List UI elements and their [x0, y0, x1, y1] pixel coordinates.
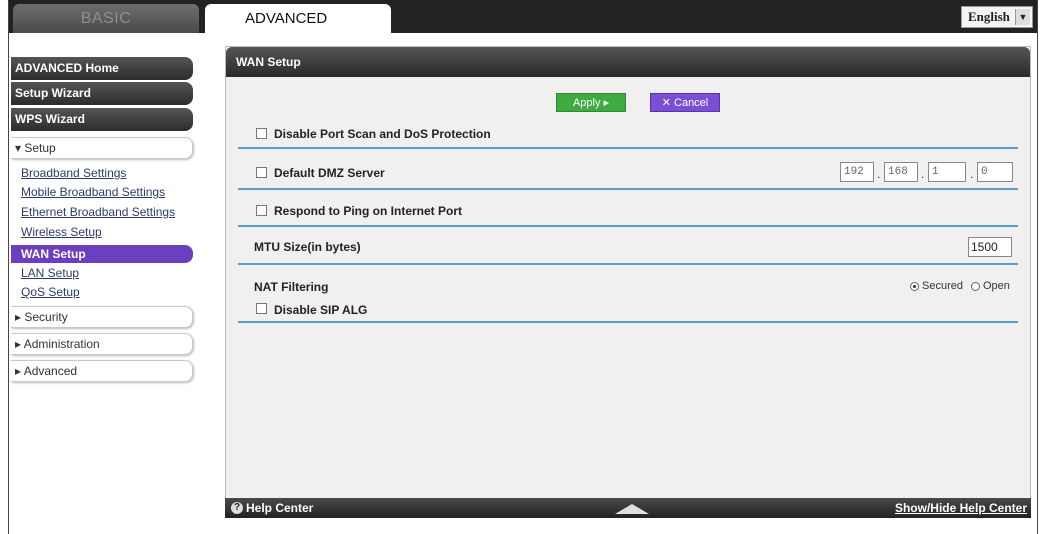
ip-dot: . [970, 167, 974, 181]
ip-dot: . [877, 167, 881, 181]
tab-basic[interactable]: BASIC [13, 4, 199, 33]
ip-dot: . [921, 167, 925, 181]
nat-filtering-label: NAT Filtering [254, 280, 329, 294]
sidebar-item-administration[interactable]: ▸ Administration [11, 333, 193, 355]
chevron-down-icon: ▼ [1015, 9, 1030, 25]
expand-arrow-icon[interactable] [615, 504, 649, 514]
divider [238, 188, 1018, 190]
cancel-button[interactable]: ✕ Cancel [650, 93, 720, 112]
divider [238, 321, 1018, 323]
dmz-ip-octet-2[interactable]: 168 [884, 162, 918, 182]
default-dmz-checkbox[interactable] [256, 167, 267, 178]
show-hide-help-link[interactable]: Show/Hide Help Center [895, 498, 1027, 518]
disable-sip-alg-label: Disable SIP ALG [274, 303, 368, 317]
page-title: WAN Setup [226, 47, 1030, 77]
help-center-bar: ? Help Center Show/Hide Help Center [225, 498, 1031, 518]
sidebar-item-wan-setup[interactable]: WAN Setup [11, 245, 193, 263]
dmz-ip-octet-3[interactable]: 1 [928, 162, 966, 182]
divider [238, 263, 1018, 265]
default-dmz-label: Default DMZ Server [274, 166, 385, 180]
language-value: English [968, 9, 1010, 24]
nat-secured-radio[interactable] [910, 282, 919, 291]
apply-button[interactable]: Apply ▸ [556, 93, 626, 112]
router-admin-window: BASIC ADVANCED English ▼ ADVANCED Home S… [8, 0, 1038, 534]
sidebar-item-lan-setup[interactable]: LAN Setup [21, 266, 79, 280]
divider [238, 225, 1018, 227]
sidebar-item-wps-wizard[interactable]: WPS Wizard [11, 108, 193, 131]
tab-advanced[interactable]: ADVANCED [205, 4, 391, 33]
nat-open-radio[interactable] [971, 282, 980, 291]
sidebar-item-advanced[interactable]: ▸ Advanced [11, 360, 193, 382]
disable-sip-alg-checkbox[interactable] [256, 303, 267, 314]
sidebar-item-setup-wizard[interactable]: Setup Wizard [11, 82, 193, 105]
sidebar-item-mobile-broadband[interactable]: Mobile Broadband Settings [21, 185, 165, 199]
sidebar-item-broadband-settings[interactable]: Broadband Settings [21, 166, 126, 180]
respond-ping-checkbox[interactable] [256, 205, 267, 216]
dmz-ip-octet-1[interactable]: 192 [840, 162, 874, 182]
sidebar-item-ethernet-broadband[interactable]: Ethernet Broadband Settings [21, 205, 175, 219]
disable-port-scan-label: Disable Port Scan and DoS Protection [274, 127, 491, 141]
mtu-size-input[interactable]: 1500 [968, 237, 1012, 257]
language-select[interactable]: English ▼ [961, 6, 1033, 28]
help-icon: ? [231, 502, 243, 514]
mtu-size-label: MTU Size(in bytes) [254, 240, 361, 254]
sidebar-item-wireless-setup[interactable]: Wireless Setup [21, 225, 102, 239]
sidebar-item-setup[interactable]: ▾ Setup [11, 137, 193, 159]
dmz-ip-octet-4[interactable]: 0 [977, 162, 1013, 182]
help-center-label[interactable]: Help Center [246, 498, 313, 518]
wan-setup-panel: WAN Setup Apply ▸ ✕ Cancel Disable Port … [225, 46, 1031, 518]
nat-secured-label: Secured [922, 280, 963, 292]
nat-open-label: Open [983, 280, 1010, 292]
respond-ping-label: Respond to Ping on Internet Port [274, 204, 462, 218]
sidebar-item-advanced-home[interactable]: ADVANCED Home [11, 57, 193, 80]
sidebar-item-security[interactable]: ▸ Security [11, 306, 193, 328]
sidebar-item-qos-setup[interactable]: QoS Setup [21, 285, 80, 299]
disable-port-scan-checkbox[interactable] [256, 128, 267, 139]
divider [238, 147, 1018, 149]
top-bar: BASIC ADVANCED English ▼ [9, 0, 1037, 33]
